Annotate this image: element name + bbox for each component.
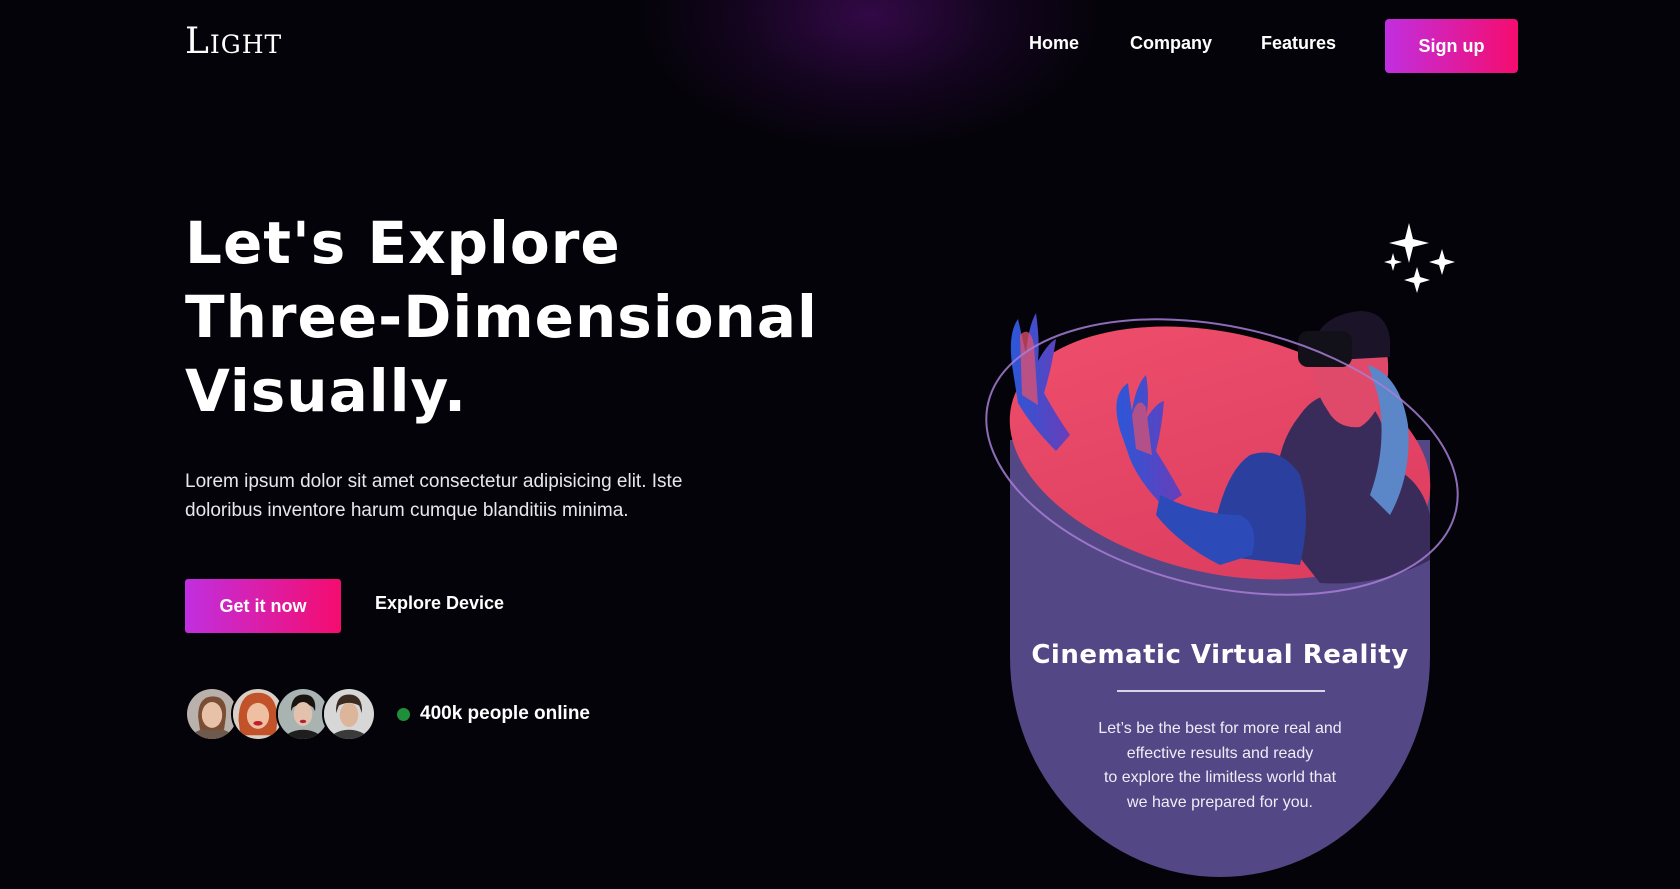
get-it-now-button[interactable]: Get it now [185,579,341,633]
hero-title-line: Three-Dimensional [185,283,818,351]
card-text-line: to explore the limitless world that [1103,769,1337,786]
hero-description: Lorem ipsum dolor sit amet consectetur a… [185,471,683,521]
hero-title: Let's Explore Three-Dimensional Visually… [185,206,818,428]
nav-item-home[interactable]: Home [1029,33,1079,54]
card-text-line: effective results and ready [1126,744,1314,762]
avatar [322,687,376,741]
card-text-line: we have prepared for you. [1127,793,1313,811]
online-status: 400k people online [397,703,590,725]
signup-button[interactable]: Sign up [1385,19,1518,73]
nav-item-features[interactable]: Features [1261,33,1336,54]
explore-device-link[interactable]: Explore Device [375,593,504,614]
card-text-line: Let’s be the best for more real and [1098,720,1342,737]
hero-title-line: Visually. [185,357,467,425]
background-glow [640,0,1100,150]
nav-item-company[interactable]: Company [1130,33,1212,54]
status-dot-icon [397,707,410,721]
brand-logo[interactable]: Light [185,24,282,60]
sparkle-icon [1384,223,1455,293]
hero-title-line: Let's Explore [185,209,621,277]
online-count: 400k people online [420,703,590,724]
card-divider [1117,690,1325,692]
card-title: Cinematic Virtual Reality [1031,640,1409,670]
card-description: Let’s be the best for more real and effe… [1060,717,1380,815]
